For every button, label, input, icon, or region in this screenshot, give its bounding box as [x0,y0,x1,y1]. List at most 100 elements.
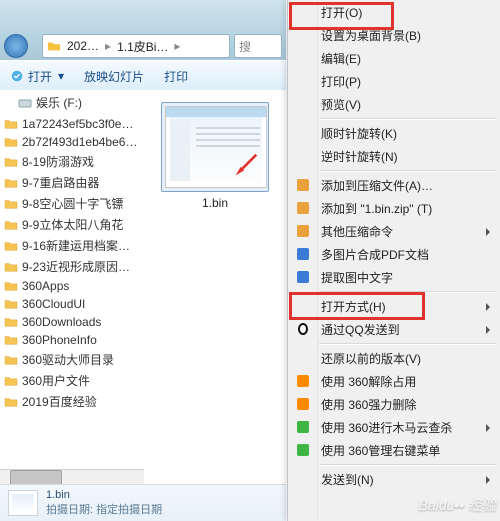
menu-item-label: 使用 360解除占用 [321,373,416,390]
print-button[interactable]: 打印 [154,61,198,91]
tree-drive[interactable]: 娱乐 (F:) [0,90,144,115]
tree-item[interactable]: 360Apps [0,277,144,295]
folder-icon [4,280,18,292]
menu-item-label: 使用 360管理右键菜单 [321,442,440,459]
pdf-icon [295,246,311,262]
tree-item[interactable]: 9-8空心圆十字飞镖 [0,193,144,214]
breadcrumb-1[interactable]: 202… [65,39,101,53]
menu-item-label: 多图片合成PDF文档 [321,246,429,263]
menu-item-label: 添加到 "1.bin.zip" (T) [321,200,432,217]
details-pane: 1.bin 拍摄日期: 指定拍摄日期 [0,484,286,521]
folder-icon [4,136,18,148]
tree-item[interactable]: 360PhoneInfo [0,331,144,349]
file-preview-icon [8,490,38,516]
menu-item-label: 通过QQ发送到 [321,321,400,338]
folder-icon [47,39,61,53]
menu-item[interactable]: 添加到压缩文件(A)… [289,174,500,197]
menu-item[interactable]: 使用 360管理右键菜单 [289,439,500,462]
tree-item[interactable]: 9-7重启路由器 [0,172,144,193]
annotation-arrow [232,153,258,179]
menu-item-label: 使用 360强力删除 [321,396,416,413]
menu-item[interactable]: 添加到 "1.bin.zip" (T) [289,197,500,220]
tree-item[interactable]: 2b72f493d1eb4be6b6b4d [0,133,144,151]
menu-item-label: 逆时针旋转(N) [321,148,398,165]
360o-icon [295,373,311,389]
folder-icon [4,177,18,189]
menu-item-label: 设置为桌面背景(B) [321,27,421,44]
folder-icon [4,198,18,210]
menu-item[interactable]: 预览(V) [289,93,500,116]
menu-item[interactable]: 打印(P) [289,70,500,93]
menu-item-label: 添加到压缩文件(A)… [321,177,433,194]
context-menu: 打开(O) 设置为桌面背景(B) 编辑(E) 打印(P) 预览(V) 顺时针旋转(K) 逆时… [287,0,500,521]
tree-items: 1a72243ef5bc3f0e9c4d5c2b72f493d1eb4be6b6… [0,115,144,412]
tree-item[interactable]: 360CloudUI [0,295,144,313]
folder-icon [4,334,18,346]
menu-item[interactable]: 通过QQ发送到 [289,318,500,341]
search-input[interactable]: 搜 [234,34,282,58]
folder-icon [4,240,18,252]
menu-item[interactable]: 发送到(N) [289,468,500,491]
archive-icon [295,223,311,239]
tree-item[interactable]: 1a72243ef5bc3f0e9c4d5c [0,115,144,133]
breadcrumb-2[interactable]: 1.1皮Bi… [115,38,170,55]
menu-item[interactable]: 还原以前的版本(V) [289,347,500,370]
menu-item[interactable]: 使用 360进行木马云查杀 [289,416,500,439]
menu-item-label: 顺时针旋转(K) [321,125,397,142]
menu-item[interactable]: 提取图中文字 [289,266,500,289]
folder-icon [4,354,18,366]
menu-item[interactable]: 其他压缩命令 [289,220,500,243]
menu-item[interactable]: 逆时针旋转(N) [289,145,500,168]
address-bar[interactable]: 202… ▸ 1.1皮Bi… ▸ [42,34,230,58]
menu-item-label: 编辑(E) [321,50,361,67]
folder-icon [4,219,18,231]
menu-item-label: 打印(P) [321,73,361,90]
menu-item[interactable]: 顺时针旋转(K) [289,122,500,145]
menu-item[interactable]: 打开方式(H) [289,295,500,318]
file-item-selected[interactable] [161,102,269,192]
open-icon [10,69,24,83]
folder-icon [4,316,18,328]
folder-tree: 娱乐 (F:) 1a72243ef5bc3f0e9c4d5c2b72f493d1… [0,90,145,485]
folder-icon [4,298,18,310]
menu-item-label: 预览(V) [321,96,361,113]
horizontal-scrollbar[interactable] [0,469,144,485]
360o-icon [295,396,311,412]
file-pane: 1.bin [144,90,286,485]
folder-icon [4,396,18,408]
chevron-right-icon: ▸ [105,39,111,53]
tree-item[interactable]: 360Downloads [0,313,144,331]
menu-item-label: 使用 360进行木马云查杀 [321,419,452,436]
360g-icon [295,419,311,435]
menu-item[interactable]: 多图片合成PDF文档 [289,243,500,266]
open-button[interactable]: 打开▾ [0,61,74,91]
ocr-icon [295,269,311,285]
tree-item[interactable]: 9-23近视形成原因及预防 [0,256,144,277]
chevron-right-icon: ▸ [174,39,180,53]
tree-item[interactable]: 9-16新建运用档案文件夹 [0,235,144,256]
menu-item[interactable]: 设置为桌面背景(B) [289,24,500,47]
file-thumbnail [165,106,267,188]
menu-item-label: 还原以前的版本(V) [321,350,421,367]
menu-item[interactable]: 打开(O) [289,1,500,24]
folder-icon [4,156,18,168]
drive-icon [18,96,32,110]
status-filename: 1.bin [46,489,162,501]
menu-item-label: 打开方式(H) [321,298,386,315]
menu-item-label: 发送到(N) [321,471,374,488]
tree-item[interactable]: 2019百度经验 [0,391,144,412]
status-meta: 拍摄日期: 指定拍摄日期 [46,501,162,517]
tree-item[interactable]: 360用户文件 [0,370,144,391]
slideshow-button[interactable]: 放映幻灯片 [74,61,154,91]
nav-back-button[interactable] [4,34,28,58]
file-caption: 1.bin [161,196,269,210]
tree-item[interactable]: 8-19防溺游戏 [0,151,144,172]
menu-item[interactable]: 使用 360强力删除 [289,393,500,416]
archive-icon [295,177,311,193]
tree-item[interactable]: 360驱动大师目录 [0,349,144,370]
qq-icon [295,321,311,337]
tree-item[interactable]: 9-9立体太阳八角花 [0,214,144,235]
menu-item[interactable]: 编辑(E) [289,47,500,70]
folder-icon [4,261,18,273]
menu-item[interactable]: 使用 360解除占用 [289,370,500,393]
